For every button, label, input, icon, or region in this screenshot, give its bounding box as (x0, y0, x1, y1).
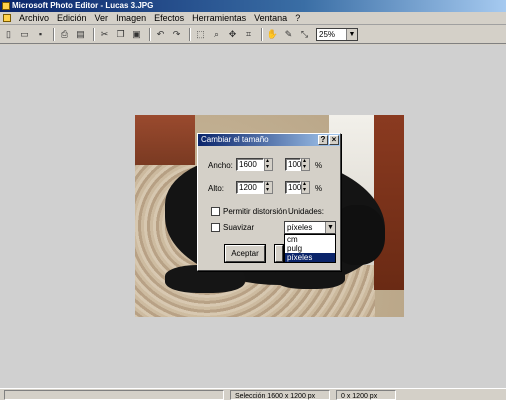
height-percent-symbol: % (315, 184, 323, 193)
close-icon[interactable]: × (329, 135, 339, 145)
toolbar: ▯ ▭ ▪ ⎙ ▤ ✂ ❐ ▣ ↶ ↷ ⬚ ⌕ ✥ ⌗ ✋ ✎ ⤡ 25% ▼ (0, 26, 506, 44)
chevron-down-icon[interactable]: ▼ (325, 222, 335, 233)
width-input[interactable]: 1600 (236, 158, 264, 171)
zoom-icon[interactable]: ⌕ (210, 28, 223, 41)
chevron-down-icon[interactable]: ▼ (346, 29, 357, 40)
menu-archivo[interactable]: Archivo (15, 12, 53, 25)
select-icon[interactable]: ⬚ (194, 28, 207, 41)
eyedropper-icon[interactable]: ✎ (282, 28, 295, 41)
units-option-pixels[interactable]: píxeles (285, 253, 335, 262)
width-percent-symbol: % (315, 161, 323, 170)
save-icon[interactable]: ▪ (34, 28, 47, 41)
distort-checkbox[interactable] (211, 207, 220, 216)
new-icon[interactable]: ▯ (2, 28, 15, 41)
cancel-button-partial[interactable] (275, 245, 283, 262)
toolbar-separator (189, 28, 191, 41)
toolbar-separator (261, 28, 263, 41)
menu-herramientas[interactable]: Herramientas (188, 12, 250, 25)
height-input[interactable]: 1200 (236, 181, 264, 194)
photo-editor-app-icon (2, 2, 10, 10)
height-percent-input[interactable]: 100 (285, 181, 301, 194)
help-icon[interactable]: ? (318, 135, 328, 145)
smudge-icon[interactable]: ✋ (266, 28, 279, 41)
copy-icon[interactable]: ❐ (114, 28, 127, 41)
crop-icon[interactable]: ⌗ (242, 28, 255, 41)
document-menu-icon[interactable] (3, 14, 11, 22)
units-label: Unidades: (288, 207, 325, 216)
menu-ventana[interactable]: Ventana (250, 12, 291, 25)
height-spinner[interactable] (264, 180, 273, 194)
title-bar: Microsoft Photo Editor - Lucas 3.JPG (0, 0, 506, 12)
smooth-checkbox[interactable] (211, 223, 220, 232)
toolbar-separator (53, 28, 55, 41)
menu-help[interactable]: ? (291, 12, 304, 25)
photo-wall-left (135, 115, 195, 165)
units-option-cm[interactable]: cm (285, 235, 335, 244)
status-selection: Selección 1600 x 1200 px (230, 390, 330, 400)
toolbar-separator (93, 28, 95, 41)
status-bar: Selección 1600 x 1200 px 0 x 1200 px (0, 388, 506, 400)
transparent-icon[interactable]: ⤡ (298, 28, 311, 41)
print-icon[interactable]: ⎙ (58, 28, 71, 41)
menu-ver[interactable]: Ver (91, 12, 113, 25)
height-percent-spinner[interactable] (301, 180, 310, 194)
zoom-select[interactable]: 25% ▼ (316, 28, 358, 41)
dialog-title-bar: Cambiar el tamaño ? × (198, 134, 340, 146)
redo-icon[interactable]: ↷ (170, 28, 183, 41)
width-label: Ancho: (208, 161, 233, 170)
menu-bar: Archivo Edición Ver Imagen Efectos Herra… (0, 12, 506, 25)
width-percent-input[interactable]: 100 (285, 158, 301, 171)
pan-icon[interactable]: ✥ (226, 28, 239, 41)
dialog-title: Cambiar el tamaño (201, 135, 269, 144)
height-label: Alto: (208, 184, 225, 193)
width-percent-spinner[interactable] (301, 157, 310, 171)
scan-icon[interactable]: ▤ (74, 28, 87, 41)
open-icon[interactable]: ▭ (18, 28, 31, 41)
ok-button[interactable]: Aceptar (225, 245, 265, 262)
app-window: Microsoft Photo Editor - Lucas 3.JPG Arc… (0, 0, 506, 400)
units-selected-value: píxeles (287, 223, 313, 232)
toolbar-separator (149, 28, 151, 41)
photo-door-frame (374, 115, 404, 290)
menu-efectos[interactable]: Efectos (150, 12, 188, 25)
distort-label: Permitir distorsión (223, 207, 288, 216)
status-cell-empty (4, 390, 224, 400)
undo-icon[interactable]: ↶ (154, 28, 167, 41)
smooth-label: Suavizar (223, 223, 255, 232)
menu-imagen[interactable]: Imagen (112, 12, 150, 25)
resize-dialog: Cambiar el tamaño ? × Ancho: 1600 100 % … (197, 133, 341, 271)
units-select[interactable]: píxeles ▼ (284, 221, 336, 234)
units-option-pulg[interactable]: pulg (285, 244, 335, 253)
window-title: Microsoft Photo Editor - Lucas 3.JPG (12, 1, 154, 10)
status-info: 0 x 1200 px (336, 390, 396, 400)
menu-edicion[interactable]: Edición (53, 12, 91, 25)
width-spinner[interactable] (264, 157, 273, 171)
zoom-value: 25% (319, 30, 336, 39)
units-dropdown-list: cm pulg píxeles (284, 234, 336, 263)
cut-icon[interactable]: ✂ (98, 28, 111, 41)
paste-icon[interactable]: ▣ (130, 28, 143, 41)
